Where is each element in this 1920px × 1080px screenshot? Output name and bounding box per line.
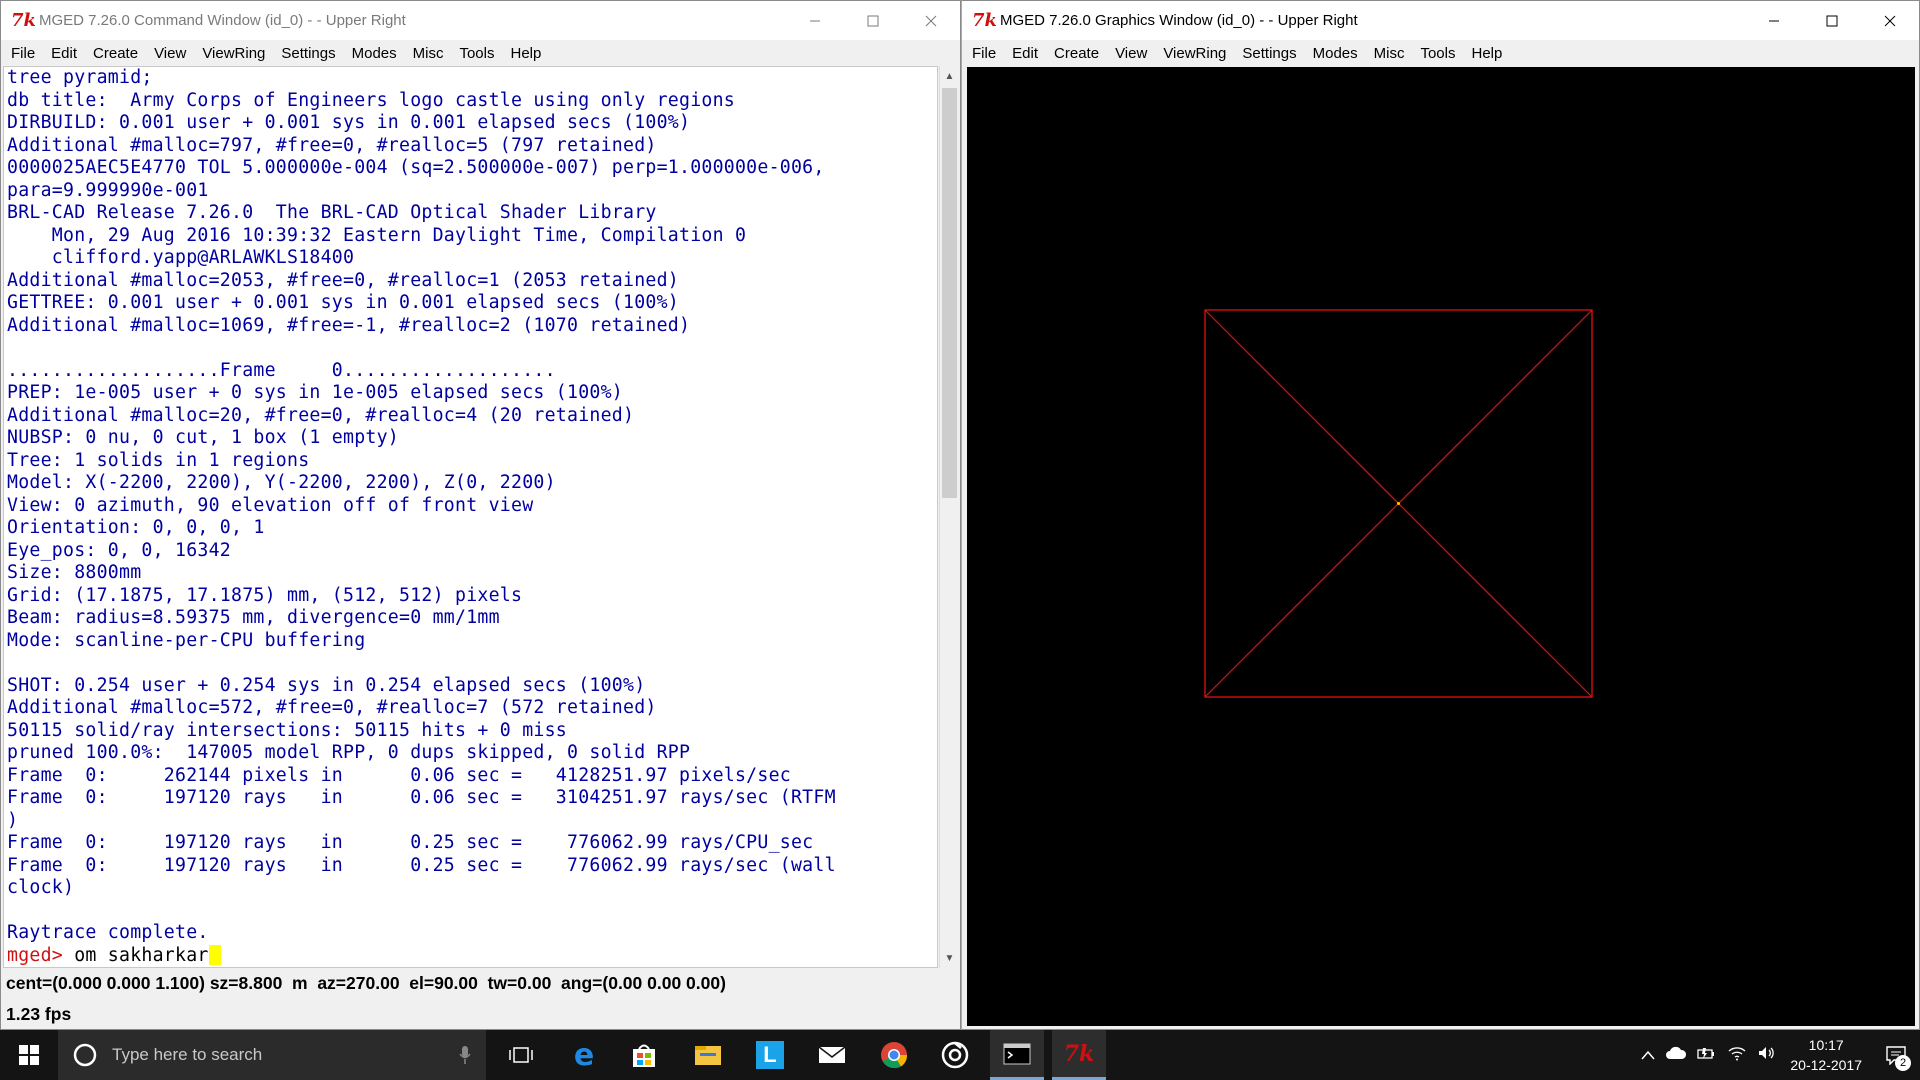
wifi-icon[interactable] xyxy=(1727,1045,1747,1065)
minimize-button[interactable] xyxy=(1745,1,1803,40)
menu-edit[interactable]: Edit xyxy=(1005,45,1047,62)
scrollbar-thumb[interactable] xyxy=(942,88,957,498)
console-output[interactable]: tree pyramid; db title: Army Corps of En… xyxy=(3,66,938,968)
graphics-menubar: File Edit Create View ViewRing Settings … xyxy=(962,40,1919,67)
menu-help[interactable]: Help xyxy=(1465,45,1512,62)
maximize-button[interactable] xyxy=(1803,1,1861,40)
scroll-down-arrow-icon[interactable]: ▼ xyxy=(940,948,959,968)
command-menubar: File Edit Create View ViewRing Settings … xyxy=(1,40,960,67)
taskbar: Type here to search e L 7k 10:17 20-12-2… xyxy=(0,1030,1920,1080)
menu-tools[interactable]: Tools xyxy=(1413,45,1464,62)
tk-logo-icon: 7k xyxy=(11,9,36,31)
l-app-icon[interactable]: L xyxy=(743,1030,797,1080)
store-icon[interactable] xyxy=(617,1030,671,1080)
onedrive-cloud-icon[interactable] xyxy=(1665,1046,1687,1064)
tk-logo-icon: 7k xyxy=(972,9,997,31)
menu-view[interactable]: View xyxy=(1108,45,1156,62)
microphone-icon[interactable] xyxy=(458,1045,472,1065)
menu-settings[interactable]: Settings xyxy=(274,45,344,62)
mged-app-icon[interactable]: 7k xyxy=(1052,1030,1106,1080)
fps-indicator: 1.23 fps xyxy=(6,1004,72,1024)
file-explorer-icon[interactable] xyxy=(681,1030,735,1080)
window-title: MGED 7.26.0 Graphics Window (id_0) - - U… xyxy=(1000,12,1358,29)
command-input-text[interactable]: om sakharkar xyxy=(63,945,209,966)
console-scrollbar[interactable]: ▲ ▼ xyxy=(939,66,959,968)
window-title: MGED 7.26.0 Command Window (id_0) - - Up… xyxy=(39,12,406,29)
menu-file[interactable]: File xyxy=(965,45,1005,62)
system-clock[interactable]: 10:17 20-12-2017 xyxy=(1790,1035,1862,1075)
mged-prompt: mged> xyxy=(7,944,63,966)
console-text: tree pyramid; db title: Army Corps of En… xyxy=(7,67,836,943)
menu-viewring[interactable]: ViewRing xyxy=(195,45,274,62)
menu-modes[interactable]: Modes xyxy=(345,45,406,62)
menu-viewring[interactable]: ViewRing xyxy=(1156,45,1235,62)
menu-modes[interactable]: Modes xyxy=(1306,45,1367,62)
minimize-button[interactable] xyxy=(786,1,844,40)
text-cursor xyxy=(208,944,221,965)
system-tray: 10:17 20-12-2017 2 xyxy=(1636,1030,1920,1080)
mail-icon[interactable] xyxy=(805,1030,859,1080)
menu-create[interactable]: Create xyxy=(86,45,147,62)
wireframe-view xyxy=(1204,309,1593,698)
action-center-button[interactable]: 2 xyxy=(1872,1030,1920,1080)
edge-browser-icon[interactable]: e xyxy=(557,1030,611,1080)
menu-file[interactable]: File xyxy=(4,45,44,62)
close-button[interactable] xyxy=(1861,1,1919,40)
close-button[interactable] xyxy=(902,1,960,40)
search-placeholder: Type here to search xyxy=(112,1045,263,1064)
command-input-line[interactable]: mged> om sakharkar xyxy=(4,944,937,968)
menu-settings[interactable]: Settings xyxy=(1235,45,1305,62)
windows-logo-icon xyxy=(19,1045,39,1065)
scroll-up-arrow-icon[interactable]: ▲ xyxy=(940,66,959,86)
cortana-icon xyxy=(73,1043,97,1067)
graphics-window: 7k MGED 7.26.0 Graphics Window (id_0) - … xyxy=(961,0,1920,1030)
menu-misc[interactable]: Misc xyxy=(1367,45,1414,62)
menu-misc[interactable]: Misc xyxy=(406,45,453,62)
menu-create[interactable]: Create xyxy=(1047,45,1108,62)
volume-icon[interactable] xyxy=(1757,1045,1777,1065)
menu-tools[interactable]: Tools xyxy=(452,45,503,62)
menu-help[interactable]: Help xyxy=(504,45,551,62)
graphics-canvas[interactable] xyxy=(967,67,1915,1026)
command-window-titlebar[interactable]: 7k MGED 7.26.0 Command Window (id_0) - -… xyxy=(1,1,960,40)
view-center-dot xyxy=(1397,502,1400,505)
media-app-icon[interactable] xyxy=(928,1030,982,1080)
search-box[interactable]: Type here to search xyxy=(58,1030,486,1080)
maximize-button[interactable] xyxy=(844,1,902,40)
chevron-up-icon[interactable] xyxy=(1641,1047,1655,1064)
menu-view[interactable]: View xyxy=(147,45,195,62)
task-view-icon[interactable] xyxy=(494,1030,548,1080)
view-status-line: cent=(0.000 0.000 1.100) sz=8.800 m az=2… xyxy=(6,973,726,993)
console-app-icon[interactable] xyxy=(990,1030,1044,1080)
graphics-window-titlebar[interactable]: 7k MGED 7.26.0 Graphics Window (id_0) - … xyxy=(962,1,1919,40)
battery-icon[interactable] xyxy=(1697,1046,1717,1064)
command-window: 7k MGED 7.26.0 Command Window (id_0) - -… xyxy=(0,0,961,1030)
clock-time: 10:17 xyxy=(1808,1037,1844,1053)
chrome-icon[interactable] xyxy=(867,1030,921,1080)
clock-date: 20-12-2017 xyxy=(1790,1057,1862,1073)
notification-count-badge: 2 xyxy=(1895,1055,1911,1071)
start-button[interactable] xyxy=(0,1030,58,1080)
menu-edit[interactable]: Edit xyxy=(44,45,86,62)
